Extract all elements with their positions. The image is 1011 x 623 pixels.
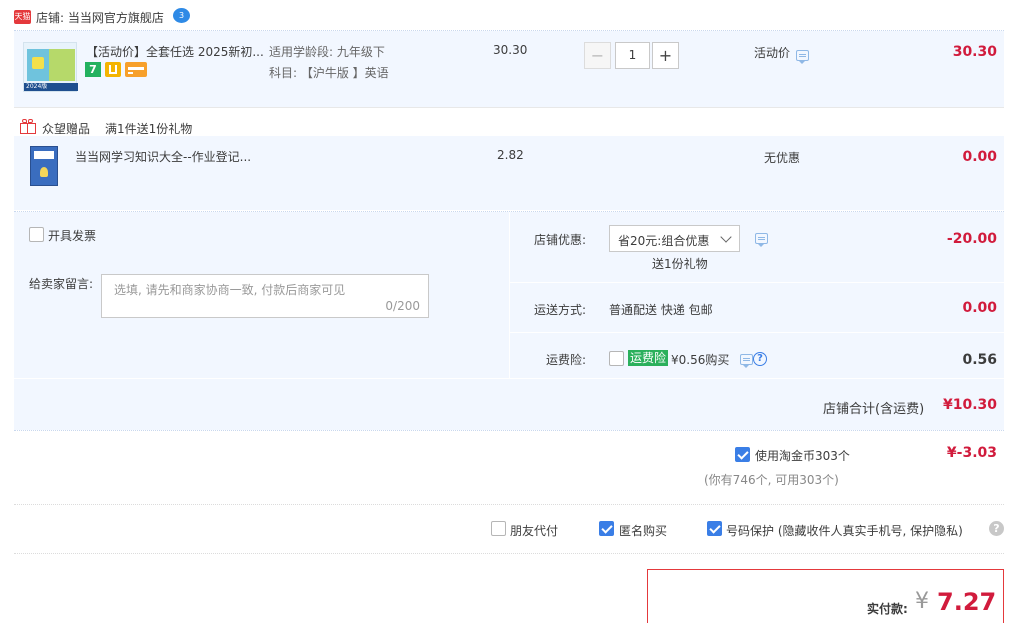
shop-total-label: 店铺合计(含运费): [823, 402, 925, 417]
insurance-price: ¥0.56购买: [671, 353, 730, 367]
card-pay-icon: [125, 62, 147, 77]
thumb-caption: 2024版: [24, 83, 78, 91]
promo-note-icon[interactable]: [796, 50, 809, 64]
product-thumbnail[interactable]: 2024版: [23, 42, 78, 92]
promo-label: 活动价: [754, 46, 791, 60]
sku-subject: 科目: 【沪牛版 】英语: [269, 66, 389, 80]
row-divider: [14, 378, 1004, 379]
pay-currency: ¥: [915, 589, 929, 614]
shipping-label: 运送方式:: [534, 303, 587, 317]
discount-select-value: 省20元:组合优惠: [618, 234, 710, 248]
discount-select[interactable]: 省20元:组合优惠: [609, 225, 740, 252]
shop-name[interactable]: 店铺: 当当网官方旗舰店: [36, 9, 164, 26]
quantity-input[interactable]: 1: [615, 42, 650, 69]
discount-note-icon[interactable]: [755, 233, 768, 247]
divider: [14, 504, 1004, 505]
message-counter: 0/200: [385, 299, 420, 313]
phone-protect-label[interactable]: 号码保护 (隐藏收件人真实手机号, 保护隐私): [726, 522, 963, 539]
invoice-label[interactable]: 开具发票: [48, 227, 96, 244]
divider: [14, 553, 1004, 554]
divider: [14, 430, 1004, 431]
insurance-label: 运费险:: [546, 353, 587, 367]
friend-pay-checkbox[interactable]: [491, 521, 506, 536]
discount-sub: 送1份礼物: [652, 257, 708, 271]
divider: [14, 107, 1004, 108]
row-divider: [510, 282, 1004, 283]
insurance-amount: 0.56: [962, 352, 997, 368]
seller-message-input[interactable]: 选填, 请先和商家协商一致, 付款后商家可见 0/200: [101, 274, 429, 318]
message-placeholder: 选填, 请先和商家协商一致, 付款后商家可见: [114, 283, 346, 297]
help-icon[interactable]: ?: [753, 352, 767, 366]
message-label: 给卖家留言:: [29, 277, 94, 291]
gift-unit-price: 2.82: [497, 148, 524, 162]
product-title[interactable]: 【活动价】全套任选 2025新初...: [86, 43, 264, 60]
pay-label: 实付款:: [867, 602, 908, 616]
row-divider: [510, 332, 1004, 333]
coins-amount: ¥-3.03: [946, 445, 997, 461]
pay-amount: 7.27: [937, 588, 997, 616]
unit-price: 30.30: [493, 43, 528, 57]
shop-total-amount: ¥10.30: [942, 397, 997, 413]
anonymous-label[interactable]: 匿名购买: [619, 522, 667, 539]
phone-protect-checkbox[interactable]: [707, 521, 722, 536]
discount-amount: -20.00: [946, 231, 997, 247]
coins-label[interactable]: 使用淘金币303个: [755, 447, 850, 464]
gift-title[interactable]: 当当网学习知识大全--作业登记...: [75, 148, 251, 165]
anonymous-checkbox[interactable]: [599, 521, 614, 536]
coins-checkbox[interactable]: [735, 447, 750, 462]
seven-day-return-icon: 7: [85, 62, 101, 77]
discount-label: 店铺优惠:: [534, 233, 587, 247]
help-icon[interactable]: ?: [989, 521, 1004, 536]
quantity-plus-button[interactable]: +: [652, 42, 679, 69]
sku-age: 适用学龄段: 九年级下: [269, 45, 385, 59]
invoice-checkbox[interactable]: [29, 227, 44, 242]
coins-sub: (你有746个, 可用303个): [704, 473, 839, 487]
friend-pay-label[interactable]: 朋友代付: [510, 522, 558, 539]
chevron-down-icon: [720, 231, 732, 243]
gift-promo: 无优惠: [764, 151, 801, 165]
shop-guarantee-icon: [105, 62, 121, 77]
gift-icon: [20, 119, 36, 134]
insurance-tag: 运费险: [628, 350, 669, 366]
chat-icon[interactable]: 3: [173, 8, 190, 23]
quantity-minus-button[interactable]: −: [584, 42, 611, 69]
item-subtotal: 30.30: [952, 44, 997, 60]
gift-rule: 满1件送1份礼物: [105, 122, 193, 136]
shipping-amount: 0.00: [962, 300, 997, 316]
tmall-badge: 天猫: [14, 10, 31, 24]
options-divider-vertical: [509, 212, 510, 378]
insurance-note-icon[interactable]: [740, 354, 753, 368]
insurance-checkbox[interactable]: [609, 351, 624, 366]
gift-subtotal: 0.00: [962, 149, 997, 165]
gift-thumbnail[interactable]: [30, 146, 58, 186]
shipping-value: 普通配送 快递 包邮: [609, 303, 713, 317]
gift-label: 众望赠品: [42, 122, 91, 136]
